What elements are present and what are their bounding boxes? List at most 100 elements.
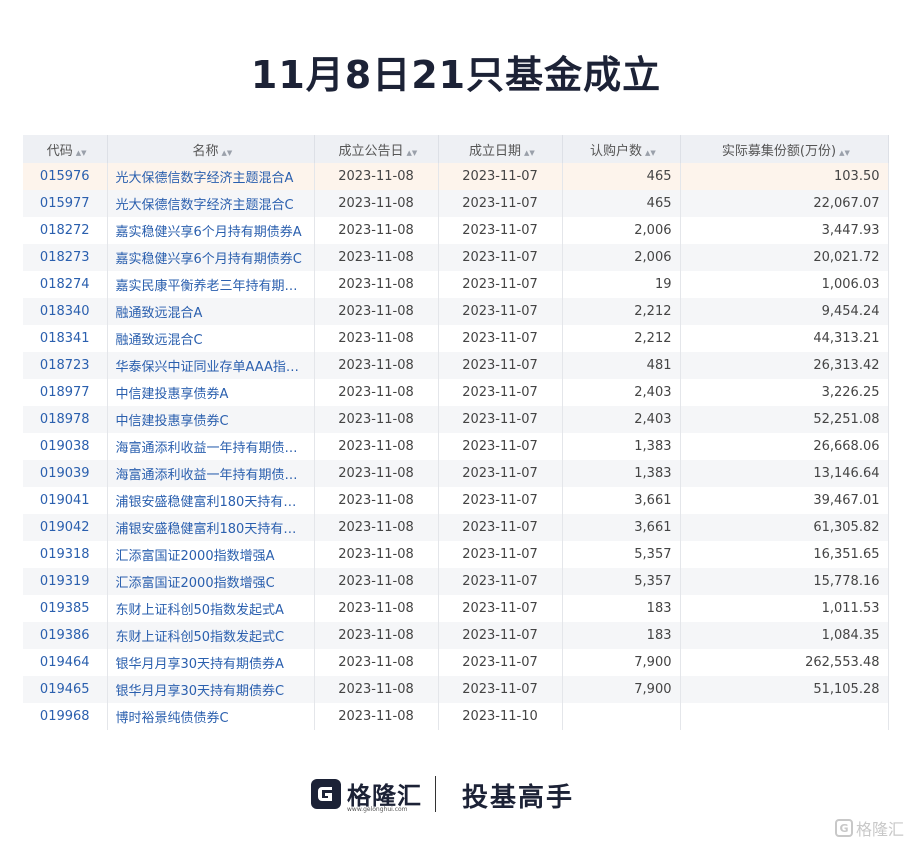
sort-icon[interactable]: ▲▼ bbox=[76, 149, 87, 156]
fund-name[interactable]: 银华月月享30天持有期债券A bbox=[107, 649, 315, 676]
sort-icon[interactable]: ▲▼ bbox=[222, 149, 233, 156]
column-header-5[interactable]: 实际募集份额(万份) ▲▼ bbox=[680, 135, 889, 163]
table-row[interactable]: 018272 嘉实稳健兴享6个月持有期债券A 2023-11-08 2023-11-0… bbox=[23, 217, 889, 244]
fund-name[interactable]: 东财上证科创50指数发起式A bbox=[107, 595, 315, 622]
fund-code[interactable]: 019039 bbox=[23, 460, 108, 487]
table-row[interactable]: 019041 浦银安盛稳健富利180天持有债... 2023-11-08 2023-1… bbox=[23, 487, 889, 514]
fund-name[interactable]: 东财上证科创50指数发起式C bbox=[107, 622, 315, 649]
fund-name[interactable]: 光大保德信数字经济主题混合A bbox=[107, 163, 315, 190]
announce-date: 2023-11-08 bbox=[314, 568, 439, 595]
fund-name[interactable]: 嘉实稳健兴享6个月持有期债券C bbox=[107, 244, 315, 271]
column-header-0[interactable]: 代码 ▲▼ bbox=[23, 135, 108, 163]
table-row[interactable]: 018341 融通致远混合C 2023-11-08 2023-11-07 2,212 44… bbox=[23, 325, 889, 352]
table-body: 015976 光大保德信数字经济主题混合A 2023-11-08 2023-11-07… bbox=[23, 163, 889, 730]
sort-icon[interactable]: ▲▼ bbox=[407, 149, 418, 156]
column-header-2[interactable]: 成立公告日 ▲▼ bbox=[314, 135, 439, 163]
fund-name[interactable]: 海富通添利收益一年持有期债券A bbox=[107, 433, 315, 460]
fund-code[interactable]: 018272 bbox=[23, 217, 108, 244]
table-row[interactable]: 015976 光大保德信数字经济主题混合A 2023-11-08 2023-11-07… bbox=[23, 163, 889, 190]
fund-name[interactable]: 中信建投惠享债券C bbox=[107, 406, 315, 433]
fund-code[interactable]: 018273 bbox=[23, 244, 108, 271]
subscriber-count: 2,006 bbox=[562, 244, 681, 271]
fund-name[interactable]: 光大保德信数字经济主题混合C bbox=[107, 190, 315, 217]
column-header-label: 成立日期 bbox=[468, 143, 521, 159]
fund-code[interactable]: 019465 bbox=[23, 676, 108, 703]
table-row[interactable]: 018723 华泰保兴中证同业存单AAA指数... 2023-11-08 2023-1… bbox=[23, 352, 889, 379]
fund-code[interactable]: 018340 bbox=[23, 298, 108, 325]
column-header-label: 实际募集份额(万份) bbox=[721, 143, 837, 159]
column-header-1[interactable]: 名称 ▲▼ bbox=[107, 135, 315, 163]
fund-code[interactable]: 019038 bbox=[23, 433, 108, 460]
fund-code[interactable]: 019319 bbox=[23, 568, 108, 595]
fund-code[interactable]: 019042 bbox=[23, 514, 108, 541]
establish-date: 2023-11-07 bbox=[438, 271, 563, 298]
table-row[interactable]: 019464 银华月月享30天持有期债券A 2023-11-08 2023-11-07… bbox=[23, 649, 889, 676]
column-header-label: 成立公告日 bbox=[338, 143, 404, 159]
table-row[interactable]: 018273 嘉实稳健兴享6个月持有期债券C 2023-11-08 2023-11-0… bbox=[23, 244, 889, 271]
establish-date: 2023-11-07 bbox=[438, 244, 563, 271]
fund-name[interactable]: 银华月月享30天持有期债券C bbox=[107, 676, 315, 703]
establish-date: 2023-11-07 bbox=[438, 352, 563, 379]
announce-date: 2023-11-08 bbox=[314, 163, 439, 190]
watermark-text: 格隆汇 bbox=[855, 820, 904, 839]
table-row[interactable]: 015977 光大保德信数字经济主题混合C 2023-11-08 2023-11-07… bbox=[23, 190, 889, 217]
table-row[interactable]: 018274 嘉实民康平衡养老三年持有期混... 2023-11-08 2023-11… bbox=[23, 271, 889, 298]
announce-date: 2023-11-08 bbox=[314, 271, 439, 298]
footer-brand: 格隆汇 www.gelonghui.com 投基高手 bbox=[0, 770, 912, 818]
fund-name[interactable]: 融通致远混合C bbox=[107, 325, 315, 352]
sort-icon[interactable]: ▲▼ bbox=[839, 149, 850, 156]
fund-code[interactable]: 019464 bbox=[23, 649, 108, 676]
announce-date: 2023-11-08 bbox=[314, 595, 439, 622]
subscriber-count: 481 bbox=[562, 352, 681, 379]
fund-name[interactable]: 嘉实稳健兴享6个月持有期债券A bbox=[107, 217, 315, 244]
table-row[interactable]: 019465 银华月月享30天持有期债券C 2023-11-08 2023-11-07… bbox=[23, 676, 889, 703]
fund-name[interactable]: 嘉实民康平衡养老三年持有期混... bbox=[107, 271, 315, 298]
announce-date: 2023-11-08 bbox=[314, 379, 439, 406]
column-header-4[interactable]: 认购户数 ▲▼ bbox=[562, 135, 681, 163]
fund-code[interactable]: 019318 bbox=[23, 541, 108, 568]
fund-code[interactable]: 019386 bbox=[23, 622, 108, 649]
fund-code[interactable]: 018723 bbox=[23, 352, 108, 379]
page-title: 11月8日21只基金成立 bbox=[250, 53, 662, 97]
fund-name[interactable]: 博时裕景纯债债券C bbox=[107, 703, 315, 730]
table-row[interactable]: 019039 海富通添利收益一年持有期债券C 2023-11-08 2023-11-0… bbox=[23, 460, 889, 487]
announce-date: 2023-11-08 bbox=[314, 622, 439, 649]
sort-icon[interactable]: ▲▼ bbox=[524, 149, 535, 156]
table-row[interactable]: 019385 东财上证科创50指数发起式A 2023-11-08 2023-11-07… bbox=[23, 595, 889, 622]
fund-code[interactable]: 015977 bbox=[23, 190, 108, 217]
fund-name[interactable]: 浦银安盛稳健富利180天持有债... bbox=[107, 514, 315, 541]
announce-date: 2023-11-08 bbox=[314, 352, 439, 379]
fund-code[interactable]: 019385 bbox=[23, 595, 108, 622]
table-row[interactable]: 018978 中信建投惠享债券C 2023-11-08 2023-11-07 2,403… bbox=[23, 406, 889, 433]
sort-icon[interactable]: ▲▼ bbox=[645, 149, 656, 156]
fund-name[interactable]: 浦银安盛稳健富利180天持有债... bbox=[107, 487, 315, 514]
fund-code[interactable]: 018341 bbox=[23, 325, 108, 352]
fund-code[interactable]: 015976 bbox=[23, 163, 108, 190]
fund-code[interactable]: 018977 bbox=[23, 379, 108, 406]
table-row[interactable]: 018977 中信建投惠享债券A 2023-11-08 2023-11-07 2,403… bbox=[23, 379, 889, 406]
table-row[interactable]: 019318 汇添富国证2000指数增强A 2023-11-08 2023-11-07… bbox=[23, 541, 889, 568]
establish-date: 2023-11-07 bbox=[438, 487, 563, 514]
fund-table-container: 代码 ▲▼ 名称 ▲▼ 成立公告日 ▲▼ 成立日期 ▲▼ 认购户数 ▲▼ 实际募集份额(万份) ▲▼ … bbox=[23, 135, 889, 730]
table-row[interactable]: 019042 浦银安盛稳健富利180天持有债... 2023-11-08 2023-1… bbox=[23, 514, 889, 541]
fund-name[interactable]: 中信建投惠享债券A bbox=[107, 379, 315, 406]
fund-name[interactable]: 华泰保兴中证同业存单AAA指数... bbox=[107, 352, 315, 379]
table-row[interactable]: 019319 汇添富国证2000指数增强C 2023-11-08 2023-11-07… bbox=[23, 568, 889, 595]
subscriber-count: 5,357 bbox=[562, 568, 681, 595]
fund-name[interactable]: 汇添富国证2000指数增强C bbox=[107, 568, 315, 595]
column-header-3[interactable]: 成立日期 ▲▼ bbox=[438, 135, 563, 163]
announce-date: 2023-11-08 bbox=[314, 487, 439, 514]
fund-name[interactable]: 融通致远混合A bbox=[107, 298, 315, 325]
table-row[interactable]: 019386 东财上证科创50指数发起式C 2023-11-08 2023-11-07… bbox=[23, 622, 889, 649]
fund-name[interactable]: 海富通添利收益一年持有期债券C bbox=[107, 460, 315, 487]
subscriber-count bbox=[562, 703, 681, 730]
fund-name[interactable]: 汇添富国证2000指数增强A bbox=[107, 541, 315, 568]
table-row[interactable]: 018340 融通致远混合A 2023-11-08 2023-11-07 2,212 9,… bbox=[23, 298, 889, 325]
fund-code[interactable]: 018274 bbox=[23, 271, 108, 298]
table-row[interactable]: 019968 博时裕景纯债债券C 2023-11-08 2023-11-10 bbox=[23, 703, 889, 730]
table-row[interactable]: 019038 海富通添利收益一年持有期债券A 2023-11-08 2023-11-0… bbox=[23, 433, 889, 460]
fund-code[interactable]: 019041 bbox=[23, 487, 108, 514]
fund-code[interactable]: 019968 bbox=[23, 703, 108, 730]
announce-date: 2023-11-08 bbox=[314, 460, 439, 487]
fund-code[interactable]: 018978 bbox=[23, 406, 108, 433]
